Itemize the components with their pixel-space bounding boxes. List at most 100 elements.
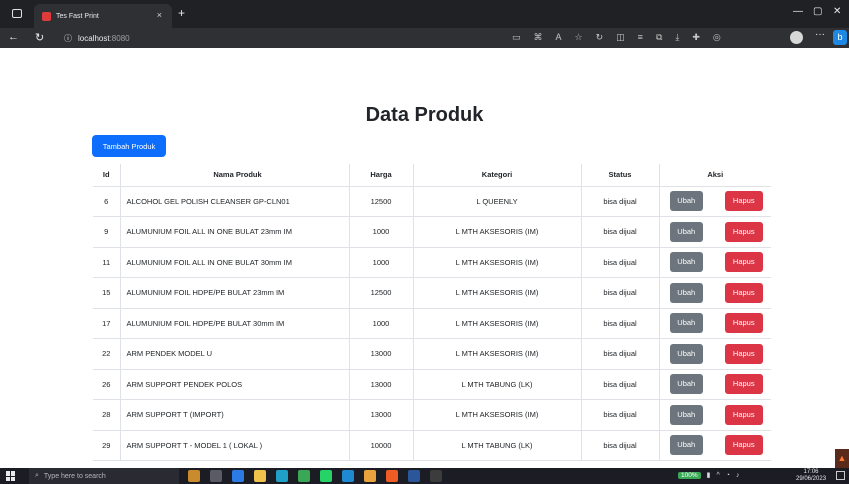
cell-aksi: Ubah Hapus (659, 247, 771, 278)
cell-id: 22 (93, 338, 121, 370)
clock[interactable]: 17:06 29/06/2023 (796, 469, 826, 483)
vscode-icon[interactable] (342, 470, 354, 482)
delete-button[interactable]: Hapus (724, 282, 763, 303)
add-product-button[interactable]: Tambah Produk (92, 135, 166, 157)
delete-button[interactable]: Hapus (724, 313, 763, 334)
site-info-icon[interactable]: ⓘ (64, 33, 72, 44)
flame-widget-icon[interactable]: ▲ (835, 449, 849, 468)
chrome-icon[interactable] (298, 470, 310, 482)
edge-icon[interactable] (276, 470, 288, 482)
edit-button[interactable]: Ubah (669, 374, 703, 395)
edit-button[interactable]: Ubah (669, 404, 703, 425)
read-aloud-icon[interactable]: A (556, 32, 562, 43)
cell-kategori: L MTH AKSESORIS (IM) (413, 399, 582, 431)
cell-status: bisa dijual (581, 430, 660, 461)
table-body: 6 ALCOHOL GEL POLISH CLEANSER GP-CLN01 125… (93, 186, 771, 461)
minimize-icon[interactable]: — (793, 6, 803, 17)
mail-icon[interactable] (232, 470, 244, 482)
edit-button[interactable]: Ubah (669, 221, 703, 242)
cell-id: 26 (93, 369, 121, 400)
edge-sidebar-icon[interactable]: b (833, 30, 847, 45)
cell-aksi: Ubah Hapus (659, 216, 771, 248)
back-icon[interactable]: ← (8, 31, 19, 43)
new-tab-icon[interactable]: + (178, 6, 185, 20)
extensions-icon[interactable]: ✚ (692, 32, 700, 43)
clock-date: 29/06/2023 (796, 476, 827, 482)
edit-button[interactable]: Ubah (669, 252, 703, 273)
edit-button[interactable]: Ubah (669, 435, 703, 456)
cell-id: 17 (93, 308, 121, 339)
cell-kategori: L MTH TABUNG (LK) (413, 369, 582, 400)
taskbar-apps (188, 470, 442, 482)
whatsapp-icon[interactable] (320, 470, 332, 482)
refresh-page-icon[interactable]: ↻ (596, 32, 604, 43)
cell-status: bisa dijual (581, 399, 660, 431)
delete-button[interactable]: Hapus (724, 435, 763, 456)
tab-close-icon[interactable]: × (157, 10, 162, 20)
split-screen-icon[interactable]: ◫ (616, 32, 625, 43)
windows-start-icon[interactable] (6, 471, 16, 481)
edit-button[interactable]: Ubah (669, 313, 703, 334)
sublime-icon[interactable] (364, 470, 376, 482)
cell-status: bisa dijual (581, 247, 660, 278)
edit-button[interactable]: Ubah (669, 191, 703, 212)
restore-icon[interactable]: ▢ (813, 6, 822, 17)
system-tray: 100% ▮ ^ ◔ ♪ (678, 471, 740, 479)
header-id: Id (93, 164, 121, 187)
clock-time: 17:06 (803, 469, 819, 475)
close-window-icon[interactable]: ✕ (833, 6, 841, 17)
delete-button[interactable]: Hapus (724, 191, 763, 212)
apps-icon[interactable]: ⌘ (534, 32, 543, 43)
cell-aksi: Ubah Hapus (659, 399, 771, 431)
favorite-star-icon[interactable]: ☆ (575, 32, 583, 43)
browser-tab[interactable]: Tes Fast Print × (34, 4, 172, 28)
delete-button[interactable]: Hapus (724, 343, 763, 364)
tray-chevron-icon[interactable]: ^ (716, 472, 719, 479)
delete-button[interactable]: Hapus (724, 374, 763, 395)
downloads-icon[interactable]: ⤓ (675, 32, 679, 43)
cell-id: 11 (93, 247, 121, 278)
table-row: 9 ALUMUNIUM FOIL ALL IN ONE BULAT 23mm IM… (93, 216, 771, 248)
reader-icon[interactable]: ▭ (512, 32, 521, 43)
table-row: 17 ALUMUNIUM FOIL HDPE/PE BULAT 30mm IM 10… (93, 308, 771, 339)
cell-nama-produk: ARM SUPPORT T - MODEL 1 ( LOKAL ) (120, 430, 350, 461)
reload-icon[interactable]: ↻ (35, 31, 44, 44)
cell-harga: 1000 (349, 247, 414, 278)
cell-status: bisa dijual (581, 216, 660, 248)
task-view-icon[interactable] (210, 470, 222, 482)
window-menu-icon[interactable] (12, 9, 22, 18)
cell-harga: 12500 (349, 277, 414, 309)
profile-avatar[interactable] (790, 31, 803, 44)
cell-nama-produk: ALCOHOL GEL POLISH CLEANSER GP-CLN01 (120, 186, 350, 217)
delete-button[interactable]: Hapus (724, 404, 763, 425)
taskbar-search[interactable]: ⌕ Type here to search (29, 468, 179, 484)
address-bar[interactable]: ⓘ localhost :8080 (64, 30, 844, 46)
delete-button[interactable]: Hapus (724, 252, 763, 273)
network-icon[interactable]: ◔ (726, 472, 730, 479)
table-row: 28 ARM SUPPORT T (IMPORT) 13000 L MTH AKSES… (93, 399, 771, 431)
terminal-icon[interactable] (430, 470, 442, 482)
delete-button[interactable]: Hapus (724, 221, 763, 242)
battery-icon[interactable]: ▮ (707, 471, 711, 479)
battery-percent[interactable]: 100% (678, 471, 701, 479)
header-nama-produk: Nama Produk (120, 164, 350, 187)
cell-harga: 10000 (349, 430, 414, 461)
favorites-icon[interactable]: ≡ (638, 32, 643, 43)
word-icon[interactable] (408, 470, 420, 482)
volume-icon[interactable]: ♪ (736, 472, 740, 479)
more-icon[interactable]: ··· (815, 29, 825, 40)
cell-nama-produk: ALUMUNIUM FOIL ALL IN ONE BULAT 30mm IM (120, 247, 350, 278)
header-status: Status (581, 164, 660, 187)
collections-icon[interactable]: ⧉ (656, 32, 662, 43)
notification-icon[interactable] (836, 471, 845, 480)
widgets-icon[interactable] (188, 470, 200, 482)
cell-aksi: Ubah Hapus (659, 369, 771, 400)
copilot-icon[interactable]: ◎ (713, 32, 721, 43)
postman-icon[interactable] (386, 470, 398, 482)
file-explorer-icon[interactable] (254, 470, 266, 482)
table-header-row: Id Nama Produk Harga Kategori Status Aks… (93, 164, 771, 187)
tab-favicon-icon (42, 11, 51, 21)
edit-button[interactable]: Ubah (669, 282, 703, 303)
cell-nama-produk: ALUMUNIUM FOIL HDPE/PE BULAT 30mm IM (120, 308, 350, 339)
edit-button[interactable]: Ubah (669, 343, 703, 364)
